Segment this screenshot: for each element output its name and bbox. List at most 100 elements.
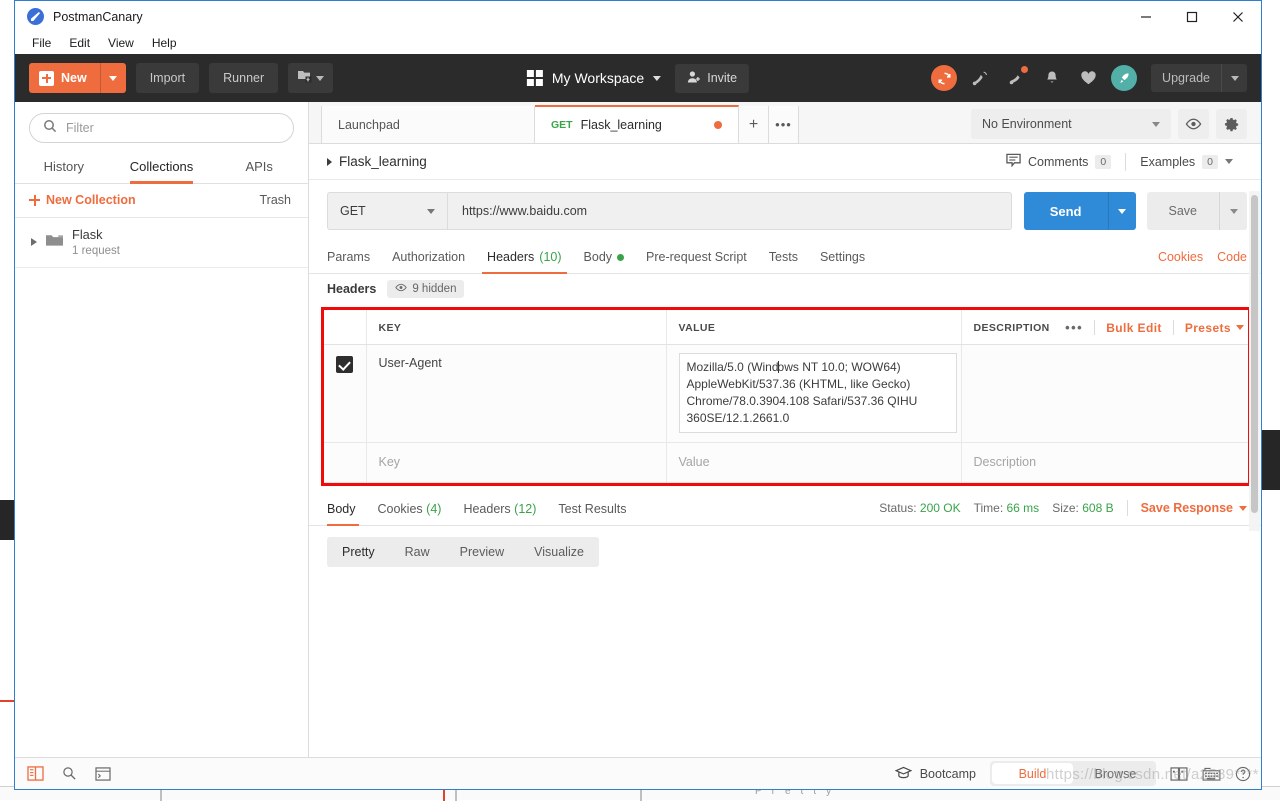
presets-button[interactable]: Presets <box>1174 321 1242 335</box>
value-line-3: Chrome/78.0.3904.108 Safari/537.36 QIHU <box>687 394 918 408</box>
scrollbar-thumb[interactable] <box>1251 195 1258 513</box>
format-preview[interactable]: Preview <box>445 537 519 567</box>
upgrade-button[interactable]: Upgrade <box>1151 64 1247 92</box>
build-tab[interactable]: Build <box>992 763 1073 784</box>
save-button[interactable]: Save <box>1147 192 1220 230</box>
new-package-button[interactable] <box>288 63 333 93</box>
tab-flask-learning[interactable]: GET Flask_learning <box>535 105 739 143</box>
comments-label: Comments <box>1028 155 1088 169</box>
help-icon[interactable] <box>1235 766 1251 782</box>
sidebar-toggle-icon[interactable] <box>27 766 44 781</box>
sidebar-tab-apis[interactable]: APIs <box>210 152 308 183</box>
tab-headers[interactable]: Headers (10) <box>476 250 572 273</box>
row-key-cell[interactable]: User-Agent <box>366 345 666 443</box>
url-input[interactable]: https://www.baidu.com <box>447 192 1012 230</box>
format-pretty[interactable]: Pretty <box>327 537 390 567</box>
menu-item-edit[interactable]: Edit <box>60 34 99 52</box>
row-checkbox-cell[interactable] <box>324 345 366 443</box>
workspace-selector[interactable]: My Workspace <box>527 70 661 86</box>
menu-item-view[interactable]: View <box>99 34 143 52</box>
placeholder-description-cell[interactable]: Description <box>961 443 1248 483</box>
main-scrollbar[interactable] <box>1249 191 1260 531</box>
table-row[interactable]: User-Agent Mozilla/5.0 (Windows NT 10.0;… <box>324 345 1248 443</box>
table-row-placeholder[interactable]: Key Value Description <box>324 443 1248 483</box>
heart-icon[interactable] <box>1075 65 1101 91</box>
notifications-megaphone-icon[interactable] <box>1003 65 1029 91</box>
browse-tab[interactable]: Browse <box>1075 761 1156 786</box>
cookies-link[interactable]: Cookies <box>1158 250 1203 264</box>
new-dropdown-caret[interactable] <box>100 63 126 93</box>
row-value-editor[interactable]: Mozilla/5.0 (Windows NT 10.0; WOW64) App… <box>679 353 957 433</box>
response-body[interactable] <box>309 567 1261 757</box>
new-button-main[interactable]: New <box>29 63 100 93</box>
send-dropdown-caret[interactable] <box>1108 192 1136 230</box>
examples-button[interactable]: Examples 0 <box>1126 151 1247 173</box>
gear-icon[interactable] <box>1216 109 1247 139</box>
tab-tests[interactable]: Tests <box>758 250 809 273</box>
bell-icon[interactable] <box>1039 65 1065 91</box>
save-response-button[interactable]: Save Response <box>1141 501 1247 515</box>
maximize-icon[interactable] <box>1169 1 1215 32</box>
two-pane-layout-icon[interactable] <box>1170 767 1188 781</box>
runner-button[interactable]: Runner <box>209 63 278 93</box>
tab-params[interactable]: Params <box>327 250 381 273</box>
sidebar-tab-history[interactable]: History <box>15 152 113 183</box>
tab-tests-label: Tests <box>769 250 798 264</box>
keyboard-icon[interactable] <box>1202 767 1221 781</box>
tab-pre-request-script[interactable]: Pre-request Script <box>635 250 758 273</box>
sync-icon[interactable] <box>931 65 957 91</box>
response-tab-headers[interactable]: Headers (12) <box>452 502 547 525</box>
format-raw[interactable]: Raw <box>390 537 445 567</box>
ellipsis-icon[interactable]: ••• <box>769 106 799 143</box>
upgrade-caret[interactable] <box>1221 64 1247 92</box>
hidden-headers-pill[interactable]: 9 hidden <box>387 280 464 298</box>
close-icon[interactable] <box>1215 1 1261 32</box>
placeholder-key-cell[interactable]: Key <box>366 443 666 483</box>
import-button[interactable]: Import <box>136 63 199 93</box>
find-icon[interactable] <box>62 766 77 781</box>
menu-item-help[interactable]: Help <box>143 34 186 52</box>
page-title: Flask_learning <box>339 154 427 169</box>
comments-button[interactable]: Comments 0 <box>992 151 1125 173</box>
code-link[interactable]: Code <box>1217 250 1247 264</box>
environment-select[interactable]: No Environment <box>971 109 1171 139</box>
row-description-cell[interactable] <box>961 345 1248 443</box>
tab-launchpad[interactable]: Launchpad <box>321 106 535 143</box>
plus-icon[interactable]: + <box>739 106 769 143</box>
save-dropdown-caret[interactable] <box>1219 192 1247 230</box>
chevron-down-icon <box>1236 325 1244 330</box>
chevron-right-icon[interactable] <box>31 238 37 246</box>
request-tabs-right: Cookies Code <box>1158 250 1247 273</box>
new-collection-button[interactable]: New Collection <box>29 193 136 207</box>
invite-button[interactable]: Invite <box>675 64 749 93</box>
rocket-icon[interactable] <box>1111 65 1137 91</box>
response-tab-body[interactable]: Body <box>327 502 367 525</box>
bootcamp-button[interactable]: Bootcamp <box>895 766 976 782</box>
http-method-select[interactable]: GET <box>327 192 447 230</box>
minimize-icon[interactable] <box>1123 1 1169 32</box>
send-button[interactable]: Send <box>1024 192 1108 230</box>
tab-body[interactable]: Body <box>573 250 636 273</box>
row-value-cell[interactable]: Mozilla/5.0 (Windows NT 10.0; WOW64) App… <box>666 345 961 443</box>
trash-button[interactable]: Trash <box>260 193 292 207</box>
new-button[interactable]: New <box>29 63 126 93</box>
search-input[interactable]: Filter <box>29 113 294 143</box>
placeholder-value-cell[interactable]: Value <box>666 443 961 483</box>
bulk-edit-button[interactable]: Bulk Edit <box>1095 321 1173 335</box>
response-tab-test-results[interactable]: Test Results <box>547 502 637 525</box>
satellite-icon[interactable] <box>967 65 993 91</box>
list-item[interactable]: Flask 1 request <box>15 218 308 268</box>
eye-icon[interactable] <box>1178 109 1209 139</box>
ellipsis-icon[interactable]: ••• <box>1054 320 1094 335</box>
sidebar-tab-collections[interactable]: Collections <box>113 152 211 183</box>
row-checkbox[interactable] <box>336 356 353 373</box>
response-tab-cookies[interactable]: Cookies (4) <box>367 502 453 525</box>
tab-authorization[interactable]: Authorization <box>381 250 476 273</box>
request-tabstrip: Launchpad GET Flask_learning + ••• No En… <box>309 102 1261 144</box>
console-icon[interactable] <box>95 767 111 781</box>
tab-settings-label: Settings <box>820 250 865 264</box>
tab-settings[interactable]: Settings <box>809 250 876 273</box>
format-visualize[interactable]: Visualize <box>519 537 599 567</box>
breadcrumb-left[interactable]: Flask_learning <box>327 154 427 169</box>
menu-item-file[interactable]: File <box>23 34 60 52</box>
